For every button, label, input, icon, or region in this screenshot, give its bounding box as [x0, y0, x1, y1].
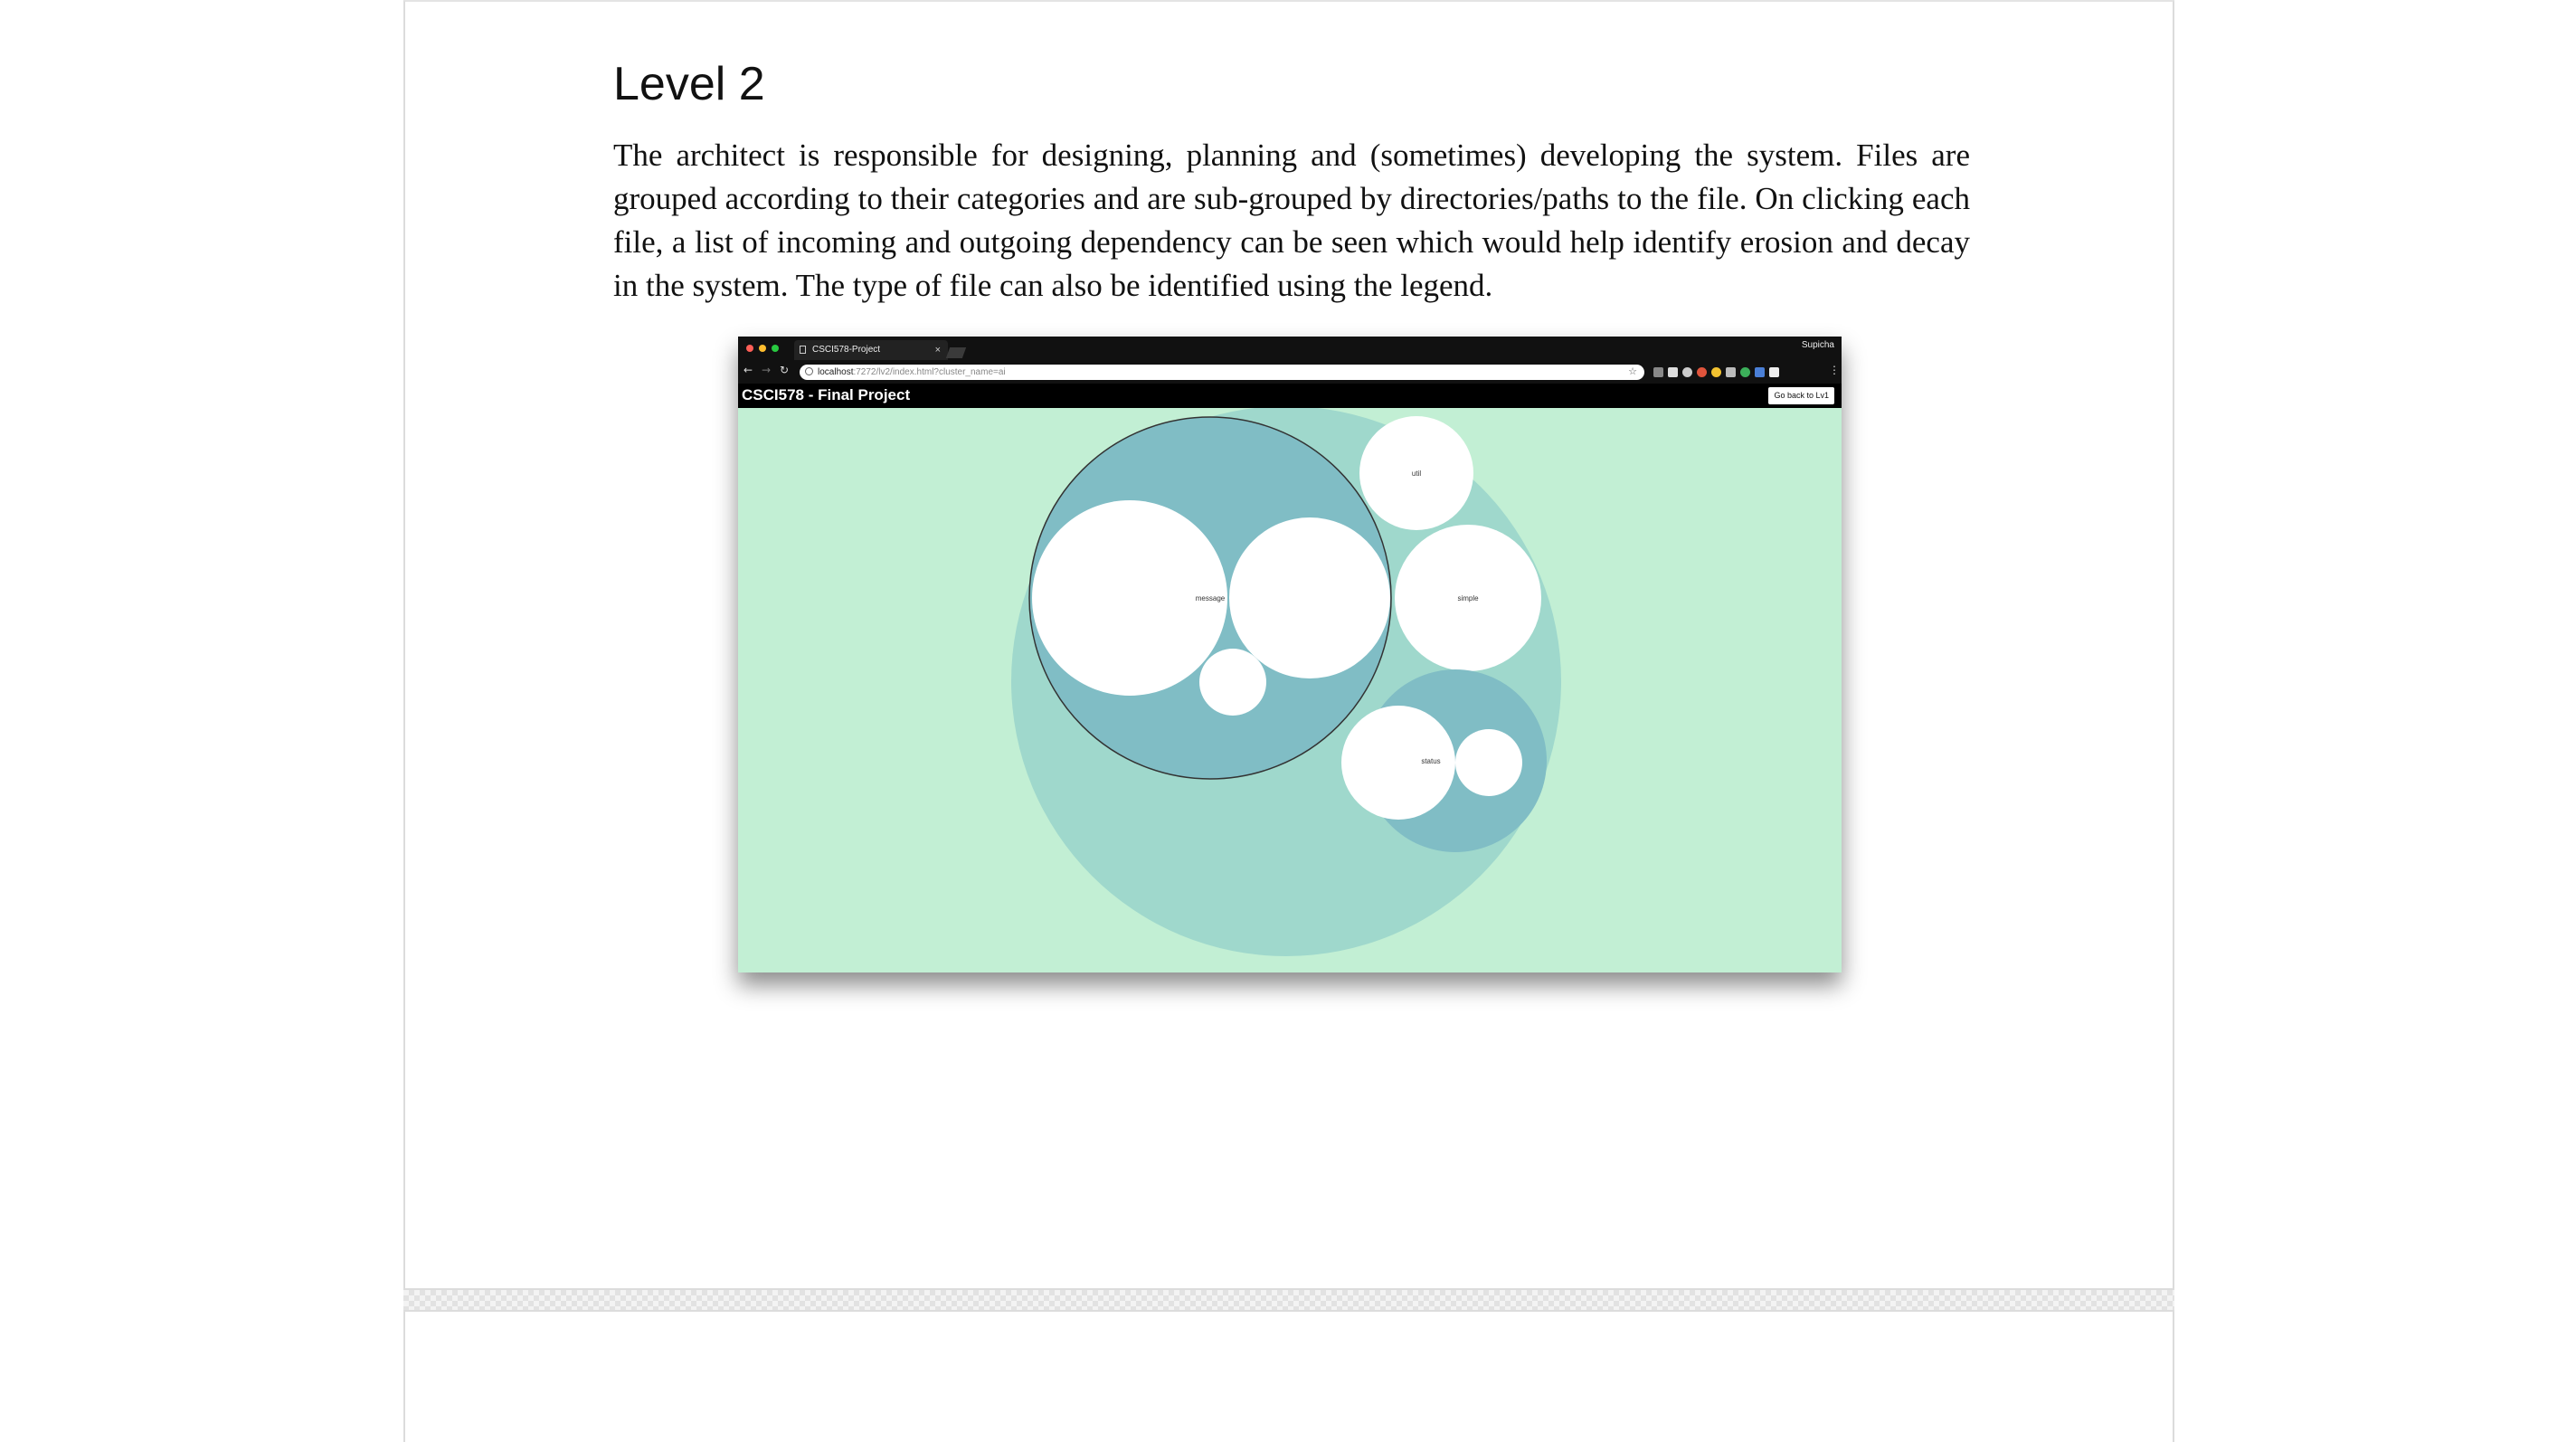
minimize-window-dot[interactable] — [759, 345, 766, 352]
cluster-pack-diagram: message util simple status — [1011, 408, 1561, 956]
extension-cloud-icon[interactable] — [1682, 367, 1692, 377]
close-icon[interactable]: × — [935, 340, 941, 360]
embedded-screenshot: CSCI578-Project × Supicha ← → ↻ localhos… — [738, 337, 1842, 972]
reload-icon[interactable]: ↻ — [780, 364, 789, 376]
extension-pen-icon[interactable] — [1653, 367, 1663, 377]
status-leaf-small[interactable] — [1455, 729, 1522, 796]
extension-grey-icon[interactable] — [1726, 367, 1736, 377]
browser-tab-bar: CSCI578-Project × Supicha — [738, 337, 1842, 360]
go-back-button[interactable]: Go back to Lv1 — [1768, 387, 1834, 404]
section-heading: Level 2 — [613, 58, 765, 110]
extension-white-icon[interactable] — [1769, 367, 1779, 377]
extension-yellow-icon[interactable] — [1711, 367, 1721, 377]
cluster-label-status: status — [1421, 757, 1440, 765]
address-bar[interactable]: localhost:7272/lv2/index.html?cluster_na… — [800, 365, 1644, 380]
browser-toolbar: ← → ↻ localhost:7272/lv2/index.html?clus… — [738, 360, 1842, 384]
info-icon[interactable] — [805, 367, 813, 375]
extension-blue-icon[interactable] — [1755, 367, 1765, 377]
message-leaf-medium[interactable] — [1229, 517, 1390, 678]
new-tab-button[interactable] — [945, 347, 967, 358]
cluster-label-message: message — [1196, 594, 1226, 602]
cluster-label-simple: simple — [1457, 594, 1479, 602]
forward-arrow-icon[interactable]: → — [762, 364, 771, 376]
next-page — [403, 1312, 2174, 1442]
bookmark-star-icon[interactable]: ☆ — [1628, 365, 1637, 380]
browser-menu-icon[interactable]: ⋮ — [1829, 364, 1840, 376]
profile-name[interactable]: Supicha — [1802, 340, 1834, 350]
extension-green-icon[interactable] — [1740, 367, 1750, 377]
maximize-window-dot[interactable] — [772, 345, 779, 352]
app-header: CSCI578 - Final Project Go back to Lv1 — [738, 384, 1842, 408]
extension-square-icon[interactable] — [1668, 367, 1678, 377]
cluster-label-util: util — [1412, 470, 1421, 478]
url-path: :7272/lv2/index.html?cluster_name=ai — [853, 367, 1006, 377]
extension-red-icon[interactable] — [1697, 367, 1707, 377]
app-title: CSCI578 - Final Project — [742, 386, 911, 403]
body-paragraph: The architect is responsible for designi… — [613, 138, 1970, 303]
back-arrow-icon[interactable]: ← — [743, 364, 753, 376]
message-leaf-small[interactable] — [1199, 649, 1266, 716]
url-text: localhost:7272/lv2/index.html?cluster_na… — [818, 365, 1006, 380]
browser-tab[interactable]: CSCI578-Project × — [794, 340, 948, 360]
tab-title: CSCI578-Project — [812, 345, 881, 355]
page-break — [403, 1288, 2174, 1312]
url-host: localhost — [818, 367, 854, 377]
close-window-dot[interactable] — [746, 345, 753, 352]
document-icon — [800, 346, 806, 354]
